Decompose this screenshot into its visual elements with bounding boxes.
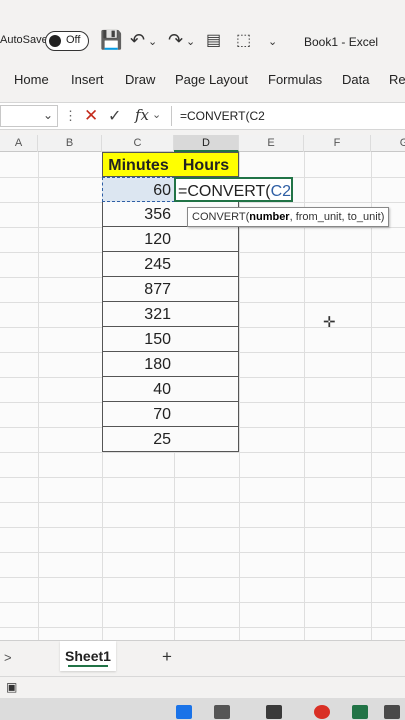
tab-draw[interactable]: Draw <box>125 72 155 87</box>
autosave-state: Off <box>66 34 81 46</box>
excel-icon[interactable] <box>352 705 368 719</box>
tab-formulas[interactable]: Formulas <box>268 72 322 87</box>
tooltip-args: , from_unit, to_unit) <box>289 211 385 223</box>
cell-d4[interactable] <box>174 227 239 252</box>
formula-text: =CONVERT( <box>178 183 271 200</box>
cell-c7[interactable]: 321 <box>102 302 175 327</box>
gridline <box>0 452 405 453</box>
column-header-g[interactable]: G <box>371 135 405 152</box>
gridline <box>0 602 405 603</box>
sheet-bar: > Sheet1 + <box>0 640 405 676</box>
cell-c10[interactable]: 40 <box>102 377 175 402</box>
column-header-d[interactable]: D <box>174 135 239 152</box>
start-icon[interactable] <box>176 705 192 719</box>
form-icon[interactable]: ▤ <box>206 30 221 50</box>
tooltip-arg-number: number <box>249 211 290 223</box>
autosave-toggle[interactable]: Off <box>45 31 89 51</box>
tab-page-layout[interactable]: Page Layout <box>175 72 248 87</box>
tab-insert[interactable]: Insert <box>71 72 104 87</box>
customize-toolbar-icon[interactable]: ⌄ <box>268 35 277 48</box>
title-bar: AutoSave Off 💾 ↶ ⌄ ↷ ⌄ ▤ ⬚ ⌄ Book1 - Exc… <box>0 20 405 62</box>
cell-c2[interactable]: 60 <box>102 177 175 202</box>
cell-c12[interactable]: 25 <box>102 427 175 452</box>
chevron-down-icon[interactable]: ⌄ <box>43 108 53 122</box>
taskbar <box>0 698 405 720</box>
toggle-knob <box>49 35 61 47</box>
more-options-icon[interactable]: ⋮ <box>64 108 77 124</box>
redo-dropdown-icon[interactable]: ⌄ <box>186 35 195 48</box>
gridline <box>0 627 405 628</box>
cell-d6[interactable] <box>174 277 239 302</box>
task-view-icon[interactable] <box>266 705 282 719</box>
formula-input[interactable]: =CONVERT(C2 <box>180 109 265 123</box>
gridline <box>0 527 405 528</box>
tooltip-function: CONVERT( <box>192 211 250 223</box>
cell-d5[interactable] <box>174 252 239 277</box>
chrome-icon[interactable] <box>314 705 330 719</box>
tab-home[interactable]: Home <box>14 72 49 87</box>
cell-d11[interactable] <box>174 402 239 427</box>
cell-d2-editing[interactable]: =CONVERT(C2 <box>174 177 294 202</box>
cell-c11[interactable]: 70 <box>102 402 175 427</box>
cell-d7[interactable] <box>174 302 239 327</box>
cell-c6[interactable]: 877 <box>102 277 175 302</box>
cell-d12[interactable] <box>174 427 239 452</box>
cell-d1[interactable]: Hours <box>174 152 239 177</box>
status-bar: ▣ <box>0 676 405 698</box>
cell-d9[interactable] <box>174 352 239 377</box>
add-sheet-icon[interactable]: + <box>162 647 172 667</box>
undo-dropdown-icon[interactable]: ⌄ <box>148 35 157 48</box>
autosave-label: AutoSave <box>0 34 48 46</box>
sheet-nav-icon[interactable]: > <box>4 650 12 665</box>
cell-c9[interactable]: 180 <box>102 352 175 377</box>
formula-bar: ⌄ ⋮ ✕ ✓ fx ⌄ =CONVERT(C2 <box>0 102 405 130</box>
name-box[interactable]: ⌄ <box>0 105 58 127</box>
column-header-a[interactable]: A <box>0 135 38 152</box>
workbook-title: Book1 - Excel <box>304 35 379 49</box>
column-header-f[interactable]: F <box>304 135 371 152</box>
excel-window: AutoSave Off 💾 ↶ ⌄ ↷ ⌄ ▤ ⬚ ⌄ Book1 - Exc… <box>0 0 405 720</box>
formula-divider <box>171 106 172 126</box>
worksheet-grid[interactable]: A B C D E F G Minutes Hours 60 356 120 2… <box>0 135 405 640</box>
gridline <box>0 552 405 553</box>
gridline <box>0 477 405 478</box>
undo-icon[interactable]: ↶ <box>130 30 145 51</box>
cell-d10[interactable] <box>174 377 239 402</box>
tab-review[interactable]: Re <box>389 72 405 87</box>
sheet-tab-sheet1[interactable]: Sheet1 <box>60 641 116 671</box>
cell-c3[interactable]: 356 <box>102 202 175 227</box>
enter-icon[interactable]: ✓ <box>108 106 121 126</box>
column-header-e[interactable]: E <box>239 135 304 152</box>
cancel-icon[interactable]: ✕ <box>84 106 98 126</box>
cell-d8[interactable] <box>174 327 239 352</box>
function-tooltip[interactable]: CONVERT(number, from_unit, to_unit) <box>187 207 390 227</box>
cell-cursor-icon: ✛ <box>323 314 336 331</box>
accessibility-icon[interactable]: ▣ <box>6 680 17 694</box>
tab-data[interactable]: Data <box>342 72 369 87</box>
column-header-c[interactable]: C <box>102 135 174 152</box>
column-headers: A B C D E F G <box>0 135 405 152</box>
gridline <box>0 577 405 578</box>
app-icon[interactable] <box>384 705 400 719</box>
cell-reference: C2 <box>270 183 292 200</box>
cell-c5[interactable]: 245 <box>102 252 175 277</box>
fx-dropdown-icon[interactable]: ⌄ <box>152 108 161 121</box>
column-header-b[interactable]: B <box>38 135 102 152</box>
cell-c8[interactable]: 150 <box>102 327 175 352</box>
cell-c1[interactable]: Minutes <box>102 152 175 177</box>
ribbon-tabs: Home Insert Draw Page Layout Formulas Da… <box>0 66 405 96</box>
cell-c4[interactable]: 120 <box>102 227 175 252</box>
redo-icon[interactable]: ↷ <box>168 30 183 51</box>
touch-mode-icon[interactable]: ⬚ <box>236 30 251 50</box>
gridline <box>0 502 405 503</box>
search-icon[interactable] <box>214 705 230 719</box>
save-icon[interactable]: 💾 <box>100 30 122 51</box>
gridline <box>38 152 39 640</box>
insert-function-icon[interactable]: fx <box>135 106 149 124</box>
